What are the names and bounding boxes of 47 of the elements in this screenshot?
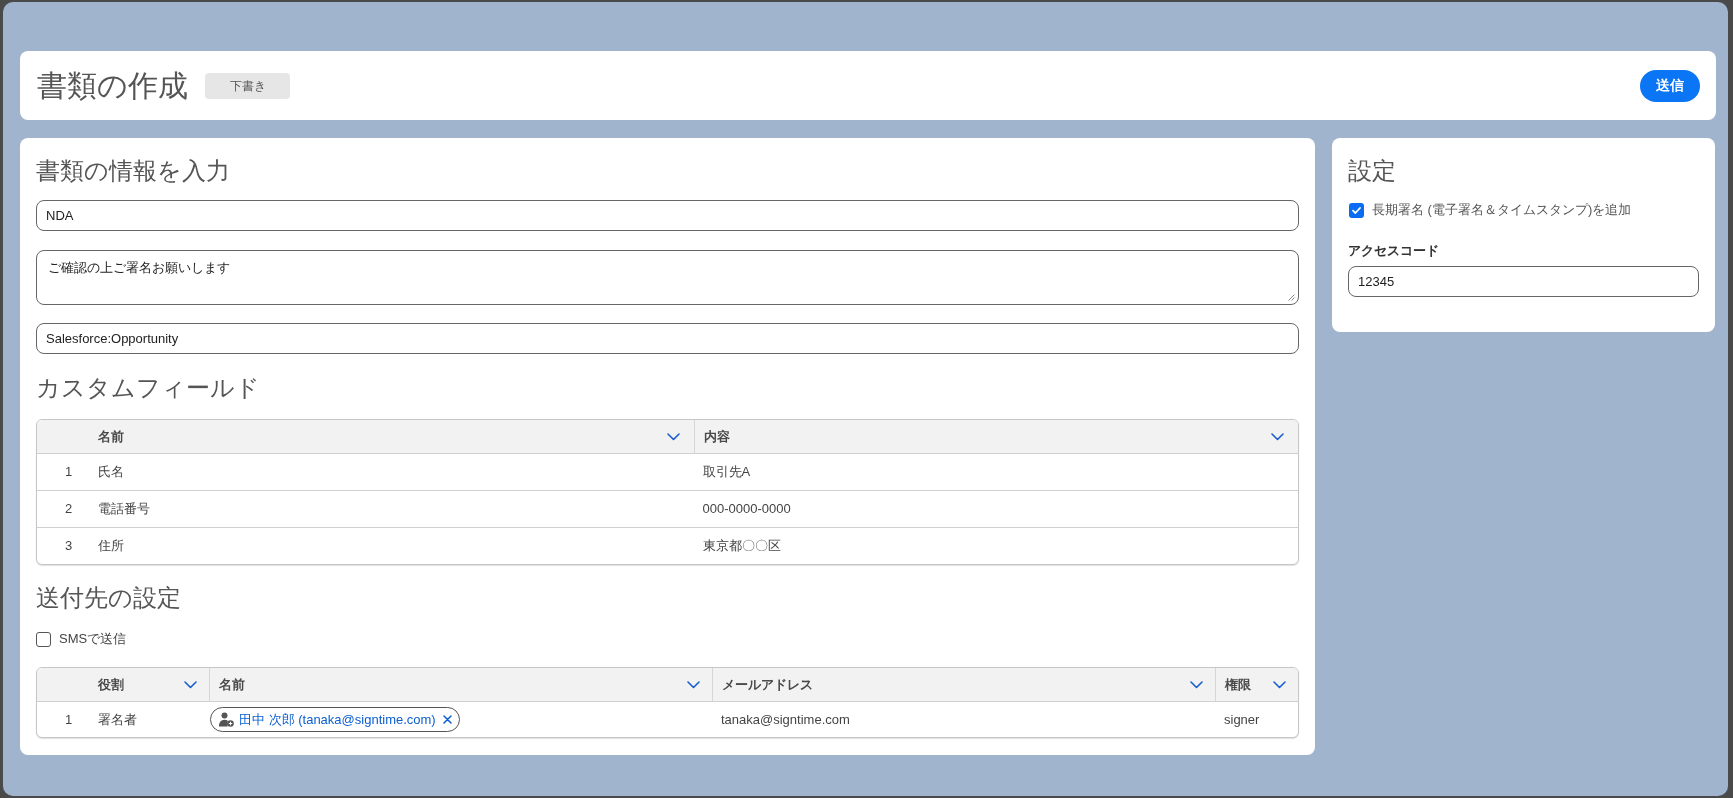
chevron-down-icon[interactable] xyxy=(666,432,680,441)
chevron-down-icon[interactable] xyxy=(1190,680,1203,689)
row-number: 1 xyxy=(64,463,73,482)
recipient-chip[interactable]: 田中 次郎 (tanaka@signtime.com) xyxy=(210,706,460,732)
field-label: アクセスコード xyxy=(1348,242,1440,260)
message-textarea[interactable]: ご確認の上ご署名お願いします xyxy=(36,250,1299,305)
table-cell-text: 東京都〇〇区 xyxy=(701,537,781,556)
row-number: 1 xyxy=(64,710,73,729)
resize-handle-icon[interactable] xyxy=(1288,294,1295,301)
column-header: 内容 xyxy=(703,427,730,446)
table-cell-text: 氏名 xyxy=(97,463,124,482)
section-heading: 送付先の設定 xyxy=(36,583,182,613)
person-icon xyxy=(219,711,234,727)
recipient-name: 田中 次郎 (tanaka@signtime.com) xyxy=(239,710,436,729)
section-heading: カスタムフィールド xyxy=(36,373,261,403)
section-heading: 書類の情報を入力 xyxy=(36,156,231,186)
check-icon xyxy=(1352,206,1361,214)
chevron-down-icon[interactable] xyxy=(184,680,197,689)
column-header: メールアドレス xyxy=(722,675,813,694)
checkbox-label: SMSで送信 xyxy=(59,630,127,649)
chevron-down-icon[interactable] xyxy=(687,680,700,689)
column-header: 名前 xyxy=(98,427,124,446)
access-code-field[interactable]: 12345 xyxy=(1348,266,1699,297)
chevron-down-icon[interactable] xyxy=(1273,680,1286,689)
table-cell-text: 電話番号 xyxy=(97,500,150,519)
column-header: 名前 xyxy=(219,675,245,694)
send-button[interactable]: 送信 xyxy=(1640,69,1700,102)
column-header: 権限 xyxy=(1225,675,1251,694)
checkbox[interactable] xyxy=(36,631,51,647)
close-icon[interactable] xyxy=(442,714,452,724)
table-cell-text: signer xyxy=(1223,710,1260,729)
table-cell-text: 住所 xyxy=(97,537,124,556)
checkbox-label: 長期署名 (電子署名＆タイムスタンプ)を追加 xyxy=(1372,201,1632,220)
row-number: 2 xyxy=(64,500,73,519)
chevron-down-icon[interactable] xyxy=(1271,432,1284,441)
page-title: 書類の作成 xyxy=(37,70,188,101)
status-badge: 下書き xyxy=(205,72,290,99)
row-number: 3 xyxy=(64,537,73,556)
checkbox[interactable] xyxy=(1349,202,1364,218)
table-cell-text: 000-0000-0000 xyxy=(701,500,791,519)
table-cell-text: 署名者 xyxy=(97,710,137,729)
column-header: 役割 xyxy=(98,675,124,694)
table-cell-text: tanaka@signtime.com xyxy=(720,710,850,729)
title-field[interactable]: NDA xyxy=(36,200,1299,231)
table-cell-text: 取引先A xyxy=(701,463,751,482)
section-heading: 設定 xyxy=(1348,156,1397,186)
reference-field[interactable]: Salesforce:Opportunity xyxy=(36,323,1299,354)
